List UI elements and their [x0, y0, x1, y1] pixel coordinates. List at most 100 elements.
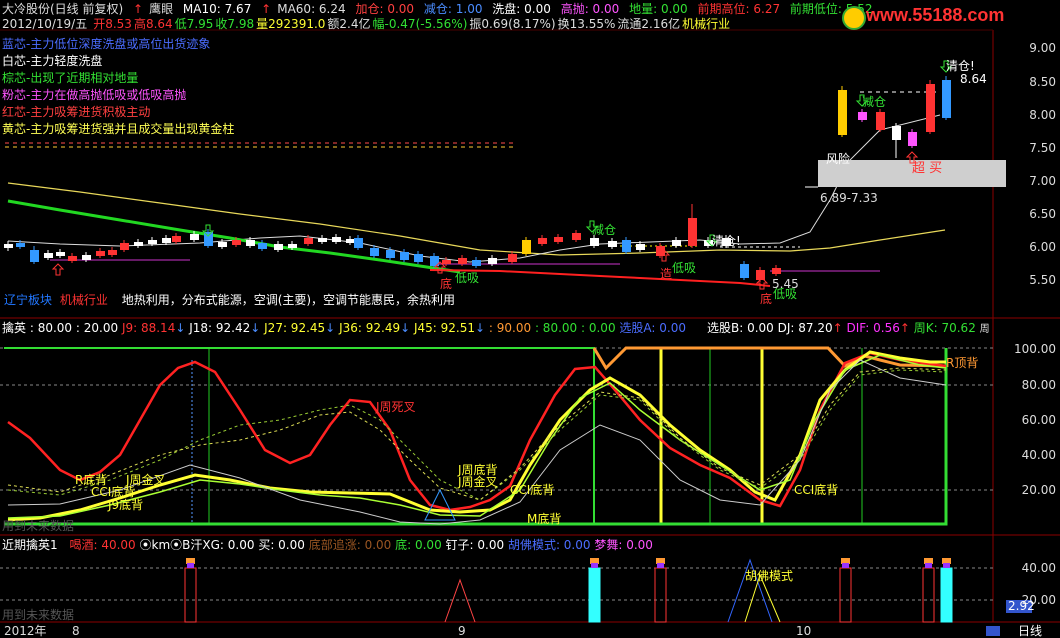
signal-legend: 蓝芯-主力低位深度洗盘或高位出货迹象 白芯-主力轻度洗盘 棕芯-出现了近期相对地…	[2, 36, 234, 138]
signal-label: M底背	[527, 512, 562, 526]
candle-body	[288, 244, 297, 248]
candle-body	[858, 112, 867, 120]
signal-label: J周金叉	[458, 475, 498, 489]
indicator-name[interactable]: 擒英	[2, 321, 26, 335]
down-arrow-icon: ↓	[325, 321, 336, 335]
diliang-value: 地量: 0.00	[629, 2, 688, 16]
weekly-k-value: 周K: 70.62	[913, 321, 976, 335]
candle-body	[400, 252, 409, 260]
candle-body	[942, 80, 951, 118]
jiancang-value: 减仓: 1.00	[423, 2, 483, 16]
signal-bar	[839, 567, 852, 623]
panel3-header: 近期擒英1 喝酒: 40.00 ⦿km⦿B汗XG: 0.00 买: 0.00 底…	[2, 538, 653, 552]
candle-body	[354, 238, 363, 248]
candle-body	[386, 250, 395, 258]
industry-tag[interactable]: 机械行业	[60, 293, 108, 307]
high-value: 高8.64	[133, 17, 173, 31]
scroll-handle[interactable]	[986, 626, 1000, 636]
gaopao-value: 高抛: 0.00	[560, 2, 620, 16]
price-axis-label: 9.00	[1029, 41, 1056, 55]
j36-value: J36: 92.49	[339, 321, 401, 335]
select-a-value: 选股A: 0.00	[619, 321, 686, 335]
candle-body	[4, 244, 13, 248]
qingcang-label-2: 清仓!	[712, 234, 741, 248]
candle-body	[30, 250, 39, 262]
indicator-value: 梦舞: 0.00	[594, 538, 653, 552]
candle-body	[346, 239, 355, 243]
jiacang-value: 加仓: 0.00	[355, 2, 415, 16]
candle-body	[636, 244, 645, 250]
panel2-axis-label: 60.00	[1021, 413, 1056, 427]
signal-label: 胡佛模式	[745, 569, 794, 583]
bottom-label: 底	[440, 277, 453, 291]
month-label: 10	[796, 624, 812, 638]
candle-body	[134, 242, 143, 246]
header-row-1: 大冷股份(日线 前复权) ↑ 鹰眼 MA10: 7.67 ↑ MA60: 6.24 …	[2, 2, 879, 16]
candle-body	[56, 252, 65, 256]
candle-body	[590, 238, 599, 246]
period-tab[interactable]: 日线	[1018, 624, 1042, 638]
candle-body	[162, 238, 171, 243]
candle-body	[96, 251, 105, 256]
candle-body	[16, 243, 25, 247]
bar-cap	[842, 563, 849, 568]
logo-icon	[842, 6, 866, 30]
signal-bar	[654, 567, 667, 623]
dixi-label: 低吸	[455, 271, 480, 285]
candle-body	[44, 253, 53, 258]
current-value-tag: 2.92	[1008, 599, 1035, 613]
float-value: 流通2.16亿	[617, 17, 681, 31]
candle-body	[414, 254, 423, 262]
legend-item: 黄芯-主力吸筹进货强并且成交量出现黄金柱	[2, 122, 235, 136]
indicator-value: 胡佛模式: 0.00	[507, 538, 591, 552]
price-axis-label: 7.00	[1029, 174, 1056, 188]
candle-body	[772, 268, 781, 274]
candle-body	[756, 270, 765, 280]
signal-label: R顶背	[946, 356, 979, 370]
price-axis-label: 8.50	[1029, 75, 1056, 89]
bar-cap	[591, 563, 598, 568]
ma60-value: MA60: 6.24	[277, 2, 346, 16]
panel2-axis-label: 80.00	[1021, 378, 1056, 392]
risk-label: 风险	[826, 152, 851, 166]
jiancang-label: 减仓	[862, 95, 887, 109]
risk-range: 6.89-7.33	[820, 191, 878, 205]
signal-bar	[184, 567, 197, 623]
candle-body	[258, 243, 267, 249]
price-axis-label: 5.50	[1029, 273, 1056, 287]
candle-body	[190, 234, 199, 240]
signal-label: J周死叉	[376, 400, 416, 414]
indicator-value: : 80.00	[29, 321, 73, 335]
indicator-value: 底部追涨: 0.00	[308, 538, 392, 552]
panel2-axis-label: 40.00	[1021, 448, 1056, 462]
candle-body	[68, 256, 77, 261]
weekly-label: 周	[979, 324, 990, 335]
signal-bar	[940, 567, 953, 623]
legend-item: 粉芯-主力在做高抛低吸或低吸高抛	[2, 88, 187, 102]
stock-title[interactable]: 大冷股份(日线 前复权)	[2, 2, 123, 16]
candle-body	[892, 126, 901, 140]
sector-tag[interactable]: 辽宁板块	[4, 293, 52, 307]
up-arrow-icon: ↑	[133, 2, 144, 16]
indicator-value: 钉子: 0.00	[445, 538, 505, 552]
candle-body	[554, 237, 563, 242]
candle-body	[608, 241, 617, 247]
indicator-name[interactable]: 近期擒英1	[2, 538, 58, 552]
indicator-value: 底: 0.00	[395, 538, 442, 552]
amount-value: 额2.4亿	[327, 17, 371, 31]
panel3-axis-label: 40.00	[1021, 561, 1056, 575]
bar-cap	[657, 563, 664, 568]
indicator-value: : 20.00	[75, 321, 119, 335]
panel2-header: 擒英 : 80.00 : 20.00 J9: 88.14↓ J18: 92.42…	[2, 321, 686, 335]
j27-value: J27: 92.45	[264, 321, 326, 335]
future-data-note: 用到未来数据	[2, 608, 75, 622]
signal-label: CCI底背	[794, 483, 839, 497]
candle-body	[522, 240, 531, 254]
bar-date: 2012/10/19/五	[2, 17, 88, 31]
header-row-2: 2012/10/19/五 开8.53 高8.64 低7.95 收7.98 量292391.…	[2, 17, 736, 31]
bar-cap	[925, 563, 932, 568]
candle-body	[172, 236, 181, 242]
close-value: 收7.98	[215, 17, 255, 31]
j45-value: J45: 92.51	[413, 321, 476, 335]
prev-high-value: 前期高位: 6.27	[697, 2, 781, 16]
